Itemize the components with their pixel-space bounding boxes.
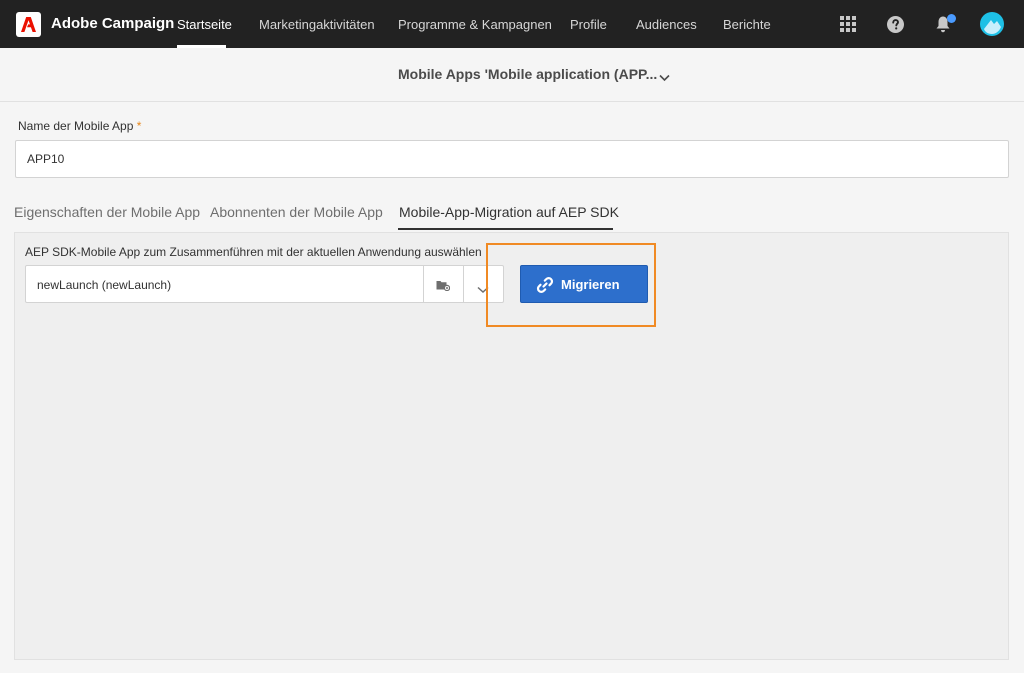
link-icon — [536, 276, 554, 297]
page-header: Mobile Apps 'Mobile application (APP... — [0, 48, 1024, 102]
mobile-app-name-label: Name der Mobile App * — [18, 119, 141, 133]
combo-divider — [463, 266, 464, 302]
migrate-button[interactable]: Migrieren — [520, 265, 648, 303]
tab-abonnenten[interactable]: Abonnenten der Mobile App — [210, 204, 383, 220]
nav-startseite[interactable]: Startseite — [177, 17, 232, 32]
required-marker: * — [136, 119, 142, 133]
nav-berichte[interactable]: Berichte — [723, 17, 771, 32]
tab-eigenschaften[interactable]: Eigenschaften der Mobile App — [14, 204, 200, 220]
nav-marketingaktivitaeten[interactable]: Marketingaktivitäten — [259, 17, 375, 32]
folder-picker-icon[interactable] — [436, 278, 451, 296]
nav-audiences[interactable]: Audiences — [636, 17, 697, 32]
top-navigation-bar: Adobe Campaign Startseite Marketingaktiv… — [0, 0, 1024, 48]
page-title[interactable]: Mobile Apps 'Mobile application (APP... — [398, 66, 657, 82]
user-avatar-icon[interactable] — [980, 12, 1004, 41]
mobile-app-name-input[interactable] — [15, 140, 1009, 178]
nav-profile[interactable]: Profile — [570, 17, 607, 32]
brand-name[interactable]: Adobe Campaign — [51, 15, 174, 32]
migrate-button-label: Migrieren — [561, 277, 620, 292]
aep-app-select[interactable]: newLaunch (newLaunch) — [25, 265, 504, 303]
help-icon[interactable] — [887, 16, 904, 38]
nav-programme-kampagnen[interactable]: Programme & Kampagnen — [398, 17, 552, 32]
tab-aep-sdk-migration[interactable]: Mobile-App-Migration auf AEP SDK — [399, 204, 619, 220]
tab-active-indicator — [398, 228, 613, 230]
notification-bell-icon[interactable] — [935, 14, 957, 39]
chevron-down-icon[interactable] — [659, 69, 670, 87]
aep-app-selected-value: newLaunch (newLaunch) — [37, 278, 172, 292]
combo-divider — [423, 266, 424, 302]
adobe-logo-icon[interactable] — [16, 12, 41, 37]
aep-app-select-label: AEP SDK-Mobile App zum Zusammenführen mi… — [25, 245, 482, 259]
mobile-app-name-label-text: Name der Mobile App — [18, 119, 134, 133]
grid-icon[interactable] — [840, 16, 856, 37]
